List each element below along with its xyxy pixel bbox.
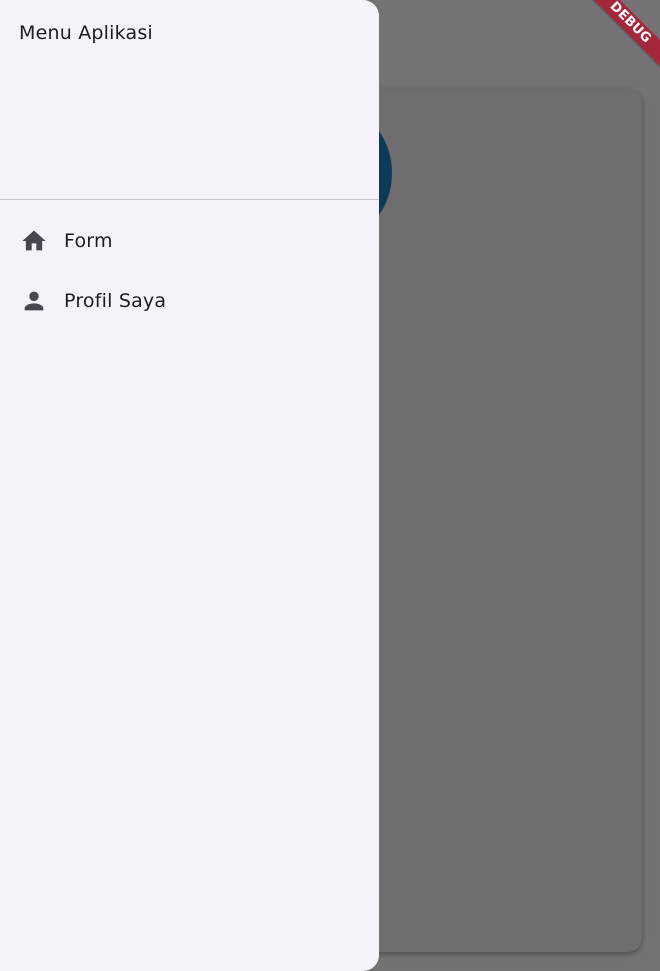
home-icon xyxy=(20,227,48,255)
navigation-drawer: Menu Aplikasi Form Profil Saya xyxy=(0,0,379,971)
drawer-title: Menu Aplikasi xyxy=(19,22,153,44)
drawer-item-profil-saya[interactable]: Profil Saya xyxy=(0,271,379,331)
drawer-menu-list: Form Profil Saya xyxy=(0,200,379,331)
drawer-item-label: Profil Saya xyxy=(64,290,167,312)
drawer-header: Menu Aplikasi xyxy=(0,0,379,200)
person-icon xyxy=(20,287,48,315)
drawer-item-form[interactable]: Form xyxy=(0,211,379,271)
drawer-item-label: Form xyxy=(64,230,113,252)
